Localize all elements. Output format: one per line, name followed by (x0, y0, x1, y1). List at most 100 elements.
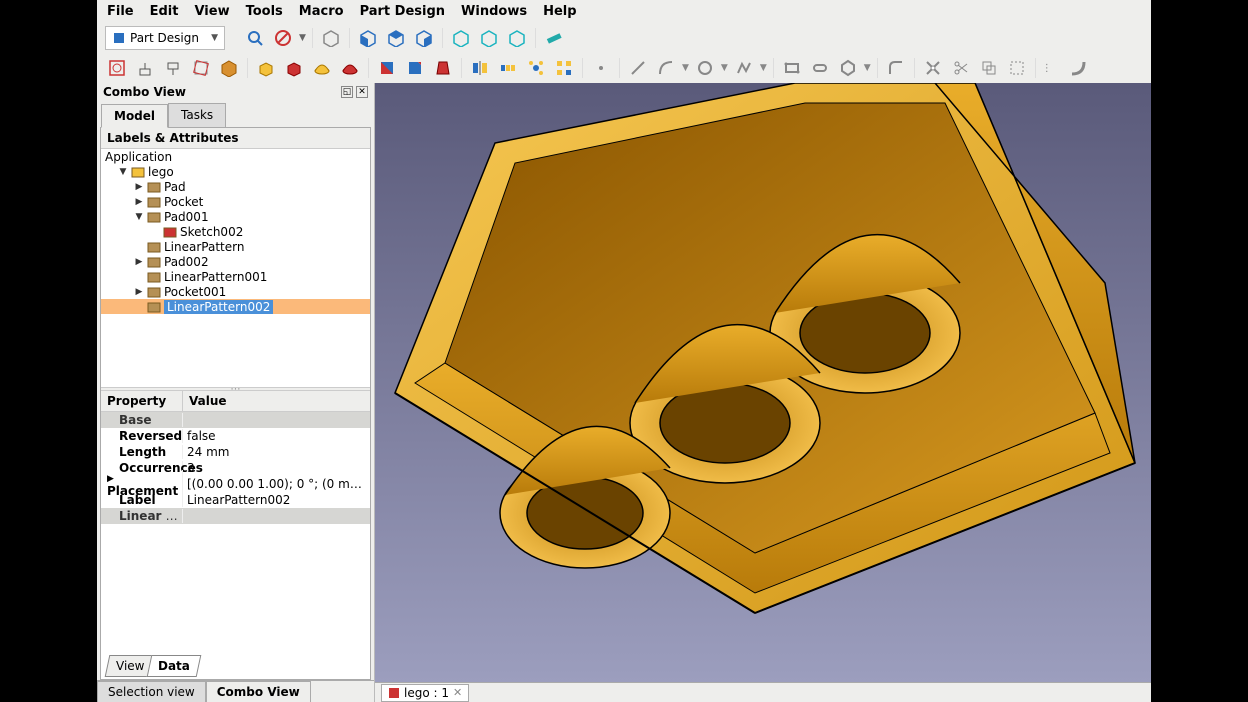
property-row[interactable]: LabelLinearPattern002 (101, 492, 370, 508)
chamfer-button[interactable] (403, 56, 427, 80)
new-sketch-button[interactable] (105, 56, 129, 80)
3d-viewport[interactable]: lego : 1 ✕ (375, 83, 1151, 702)
fit-view-button[interactable] (243, 26, 267, 50)
sketch-icon (108, 59, 126, 77)
menu-windows[interactable]: Windows (461, 4, 527, 19)
bottom-view-button[interactable] (477, 26, 501, 50)
pocket-button[interactable] (282, 56, 306, 80)
edit-sketch-button[interactable] (133, 56, 157, 80)
tab-model[interactable]: Model (101, 104, 168, 128)
hex-button[interactable] (836, 56, 860, 80)
chevron-down-icon[interactable]: ▼ (760, 63, 767, 73)
polar-pattern-button[interactable] (524, 56, 548, 80)
point-button[interactable] (589, 56, 613, 80)
expand-arrow-icon[interactable]: ▼ (134, 212, 144, 222)
expand-arrow-icon[interactable]: ▶ (134, 197, 144, 207)
menu-partdesign[interactable]: Part Design (360, 4, 445, 19)
circle-icon (696, 59, 714, 77)
map-sketch-button[interactable] (189, 56, 213, 80)
tree-item[interactable]: LinearPattern002 (101, 299, 370, 314)
workbench-icon (112, 31, 126, 45)
menu-view[interactable]: View (194, 4, 229, 19)
cube-front-icon (359, 29, 377, 47)
top-view-button[interactable] (384, 26, 408, 50)
map-icon (192, 59, 210, 77)
splitter[interactable] (101, 387, 370, 391)
tree-item[interactable]: Sketch002 (101, 224, 370, 239)
external-icon (980, 59, 998, 77)
feature-icon (163, 225, 177, 239)
chevron-down-icon[interactable]: ▼ (299, 33, 306, 43)
toolbar-row-1: Part Design ▼ ▼ (97, 23, 1151, 53)
menu-file[interactable]: File (107, 4, 134, 19)
wizard-button[interactable] (217, 56, 241, 80)
left-view-button[interactable] (505, 26, 529, 50)
tab-selection-view[interactable]: Selection view (97, 681, 206, 702)
revolution-button[interactable] (310, 56, 334, 80)
front-view-button[interactable] (356, 26, 380, 50)
circle-button[interactable] (693, 56, 717, 80)
property-row[interactable]: ▶Placement[(0.00 0.00 1.00); 0 °; (0 mm … (101, 476, 370, 492)
groove-button[interactable] (338, 56, 362, 80)
overflow-icon[interactable]: ⋮ (1042, 63, 1052, 74)
tab-data-props[interactable]: Data (147, 655, 202, 677)
pocket-icon (285, 59, 303, 77)
menu-help[interactable]: Help (543, 4, 576, 19)
construction-button[interactable] (1005, 56, 1029, 80)
iso-view-button[interactable] (319, 26, 343, 50)
tab-combo-view[interactable]: Combo View (206, 681, 311, 702)
model-tree[interactable]: Application ▼lego▶Pad▶Pocket▼Pad001Sketc… (101, 149, 370, 387)
document-tab[interactable]: lego : 1 ✕ (381, 684, 469, 702)
tree-item[interactable]: ▼Pad001 (101, 209, 370, 224)
property-row[interactable]: Reversedfalse (101, 428, 370, 444)
rect-button[interactable] (780, 56, 804, 80)
tree-item[interactable]: ▶ Pad002 (101, 254, 370, 269)
expand-arrow-icon[interactable]: ▶ (134, 257, 144, 267)
tree-item[interactable]: LinearPattern (101, 239, 370, 254)
workbench-selector[interactable]: Part Design ▼ (105, 26, 225, 50)
menu-tools[interactable]: Tools (246, 4, 283, 19)
measure-button[interactable] (542, 26, 566, 50)
line-button[interactable] (626, 56, 650, 80)
pad-button[interactable] (254, 56, 278, 80)
polyline-button[interactable] (732, 56, 756, 80)
fillet2-icon (887, 59, 905, 77)
tree-item[interactable]: ▶Pocket (101, 194, 370, 209)
external-button[interactable] (977, 56, 1001, 80)
tangent-arc-button[interactable] (1066, 56, 1090, 80)
chevron-down-icon[interactable]: ▼ (682, 63, 689, 73)
tab-tasks[interactable]: Tasks (168, 103, 226, 127)
extend-button[interactable] (949, 56, 973, 80)
close-icon[interactable]: ✕ (453, 686, 462, 699)
trim-icon (924, 59, 942, 77)
tree-item[interactable]: ▼ lego (101, 164, 370, 179)
right-view-button[interactable] (412, 26, 436, 50)
arc-button[interactable] (654, 56, 678, 80)
tree-item[interactable]: LinearPattern001 (101, 269, 370, 284)
linear-pattern-button[interactable] (496, 56, 520, 80)
tree-item-label: lego (148, 165, 174, 179)
fillet-sketch-button[interactable] (884, 56, 908, 80)
mirrored-button[interactable] (468, 56, 492, 80)
fillet-button[interactable] (375, 56, 399, 80)
chevron-down-icon[interactable]: ▼ (721, 63, 728, 73)
slot-button[interactable] (808, 56, 832, 80)
expand-arrow-icon[interactable]: ▶ (134, 182, 144, 192)
draft-button[interactable] (431, 56, 455, 80)
tree-item[interactable]: ▶Pocket001 (101, 284, 370, 299)
tree-item[interactable]: ▶Pad (101, 179, 370, 194)
tree-item-label: Pad002 (164, 255, 209, 269)
multitransform-button[interactable] (552, 56, 576, 80)
menu-macro[interactable]: Macro (299, 4, 344, 19)
expand-arrow-icon[interactable]: ▶ (134, 287, 144, 297)
leave-sketch-button[interactable] (161, 56, 185, 80)
menu-edit[interactable]: Edit (150, 4, 179, 19)
draw-style-button[interactable] (271, 26, 295, 50)
chevron-down-icon[interactable]: ▼ (864, 63, 871, 73)
expand-arrow-icon[interactable]: ▼ (118, 167, 128, 177)
trim-button[interactable] (921, 56, 945, 80)
close-panel-button[interactable]: ✕ (356, 86, 368, 98)
property-row[interactable]: Length24 mm (101, 444, 370, 460)
rear-view-button[interactable] (449, 26, 473, 50)
float-panel-button[interactable]: ◱ (341, 86, 353, 98)
